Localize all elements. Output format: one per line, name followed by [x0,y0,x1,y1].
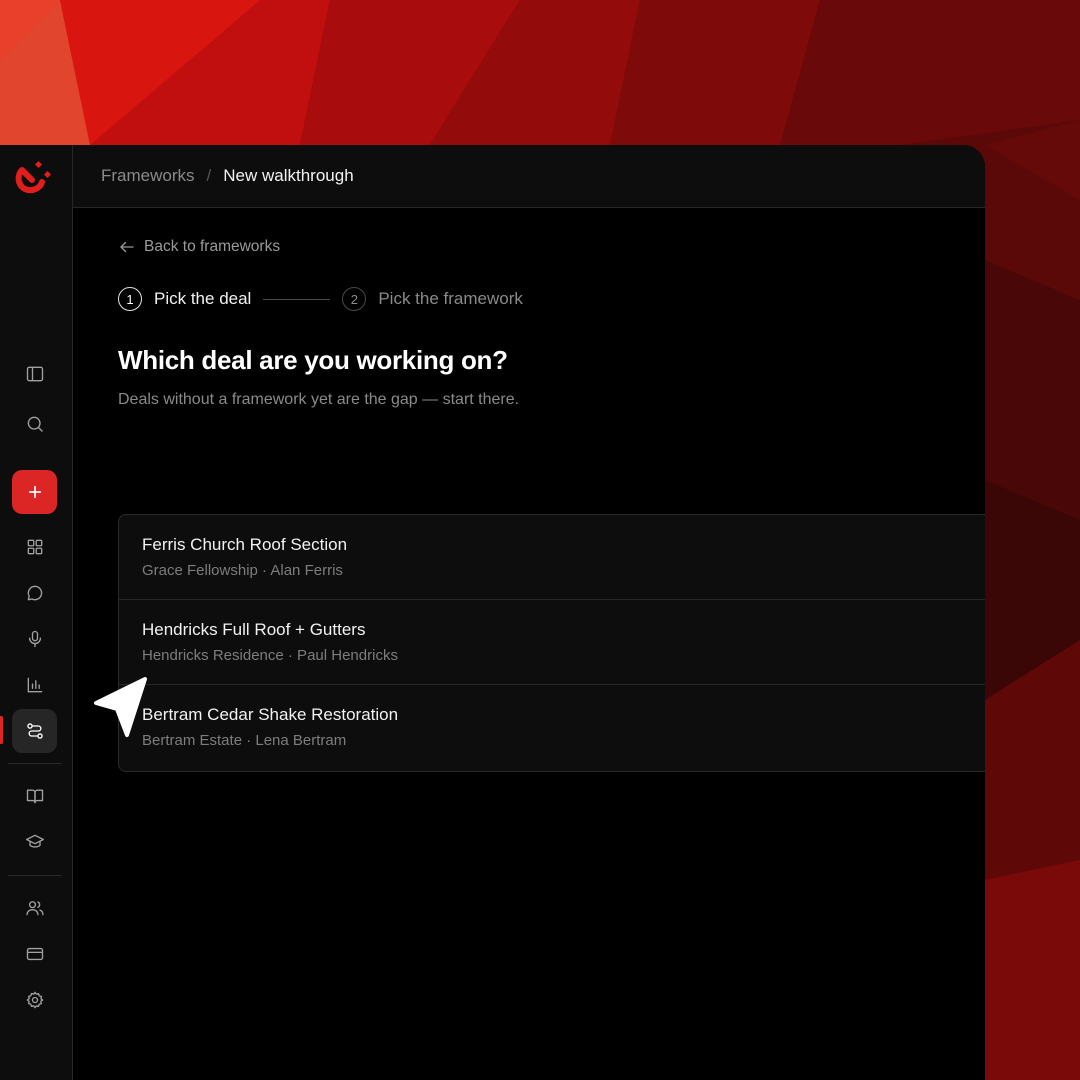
plus-icon [28,485,41,499]
book-icon[interactable] [12,774,57,818]
sidebar-divider [8,875,62,876]
panel-toggle-icon[interactable] [12,352,57,396]
back-to-frameworks-link[interactable]: Back to frameworks [118,238,280,256]
route-icon[interactable] [12,709,57,753]
page-subtitle: Deals without a framework yet are the ga… [118,391,520,408]
app-window: Frameworks / New walkthrough Back to fra… [0,145,985,1080]
mic-icon[interactable] [12,617,57,661]
deal-title: Ferris Church Roof Section [142,535,348,554]
deal-item[interactable]: Hendricks Full Roof + Gutters Hendricks … [119,600,985,685]
credit-card-icon[interactable] [12,932,57,976]
deal-item[interactable]: Ferris Church Roof Section Grace Fellows… [119,515,985,600]
deal-meta: Hendricks Residence · Paul Hendricks [142,647,398,664]
deal-meta: Bertram Estate · Lena Bertram [142,732,347,749]
step-connector [263,298,331,300]
step-2-number: 2 [342,287,367,311]
deal-list: Ferris Church Roof Section Grace Fellows… [118,514,985,772]
sidebar [0,145,73,1080]
breadcrumb-frameworks[interactable]: Frameworks [101,166,195,186]
breadcrumb-current: New walkthrough [223,166,354,185]
users-icon[interactable] [12,886,57,930]
arrow-left-icon [120,241,134,253]
grid-icon[interactable] [12,525,57,569]
gear-icon[interactable] [12,978,57,1022]
deal-item[interactable]: Bertram Cedar Shake Restoration Bertram … [119,685,985,771]
breadcrumb-separator: / [206,166,212,185]
deal-title: Hendricks Full Roof + Gutters [142,620,366,639]
sidebar-divider [8,763,62,764]
step-1-label: Pick the deal [154,289,252,308]
graduation-cap-icon[interactable] [12,820,57,864]
back-link-label: Back to frameworks [144,238,281,255]
cursor-arrow-icon [94,677,147,737]
stepper: 1 Pick the deal 2 Pick the framework [118,287,523,311]
active-indicator [0,716,3,744]
step-1-number: 1 [118,287,142,311]
chat-icon[interactable] [12,571,57,615]
bar-chart-icon[interactable] [12,663,57,707]
new-button[interactable] [12,470,57,514]
deal-meta: Grace Fellowship · Alan Ferris [142,562,343,579]
deal-title: Bertram Cedar Shake Restoration [142,705,399,724]
page-title: Which deal are you working on? [118,345,508,375]
search-icon[interactable] [12,402,57,446]
step-2-label: Pick the framework [378,289,523,308]
breadcrumb: Frameworks / New walkthrough [73,145,985,208]
brand-logo [15,160,52,194]
